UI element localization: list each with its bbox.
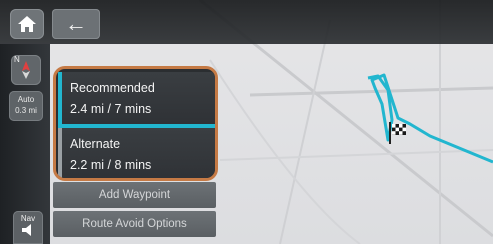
add-waypoint-button[interactable]: Add Waypoint: [53, 182, 216, 208]
nav-label: Nav: [20, 214, 36, 223]
route-options-panel: Recommended 2.4 mi / 7 mins Alternate 2.…: [53, 66, 218, 181]
home-button[interactable]: [10, 9, 44, 39]
scale-value: 0.3 mi: [15, 106, 37, 115]
route-option-alternate[interactable]: Alternate 2.2 mi / 8 mins: [58, 128, 215, 178]
arrow-left-icon: ←: [65, 11, 87, 36]
compass-north-label: N: [14, 55, 20, 64]
route-avoid-options-button[interactable]: Route Avoid Options: [53, 211, 216, 237]
speaker-icon: [22, 224, 31, 236]
nav-voice-button[interactable]: Nav: [13, 211, 43, 244]
route-name: Alternate: [70, 137, 121, 151]
scale-mode: Auto: [17, 95, 35, 104]
map-road: [209, 59, 361, 244]
route-name: Recommended: [70, 81, 155, 95]
map-scale-button[interactable]: Auto 0.3 mi: [9, 91, 43, 121]
map-road: [249, 86, 493, 97]
compass-button[interactable]: N: [11, 55, 41, 85]
map-road: [219, 149, 493, 161]
back-button[interactable]: ←: [52, 9, 100, 39]
route-option-recommended[interactable]: Recommended 2.4 mi / 7 mins: [58, 72, 215, 128]
route-distance-time: 2.4 mi / 7 mins: [70, 102, 152, 116]
route-distance-time: 2.2 mi / 8 mins: [70, 158, 152, 172]
home-icon: [18, 16, 36, 32]
